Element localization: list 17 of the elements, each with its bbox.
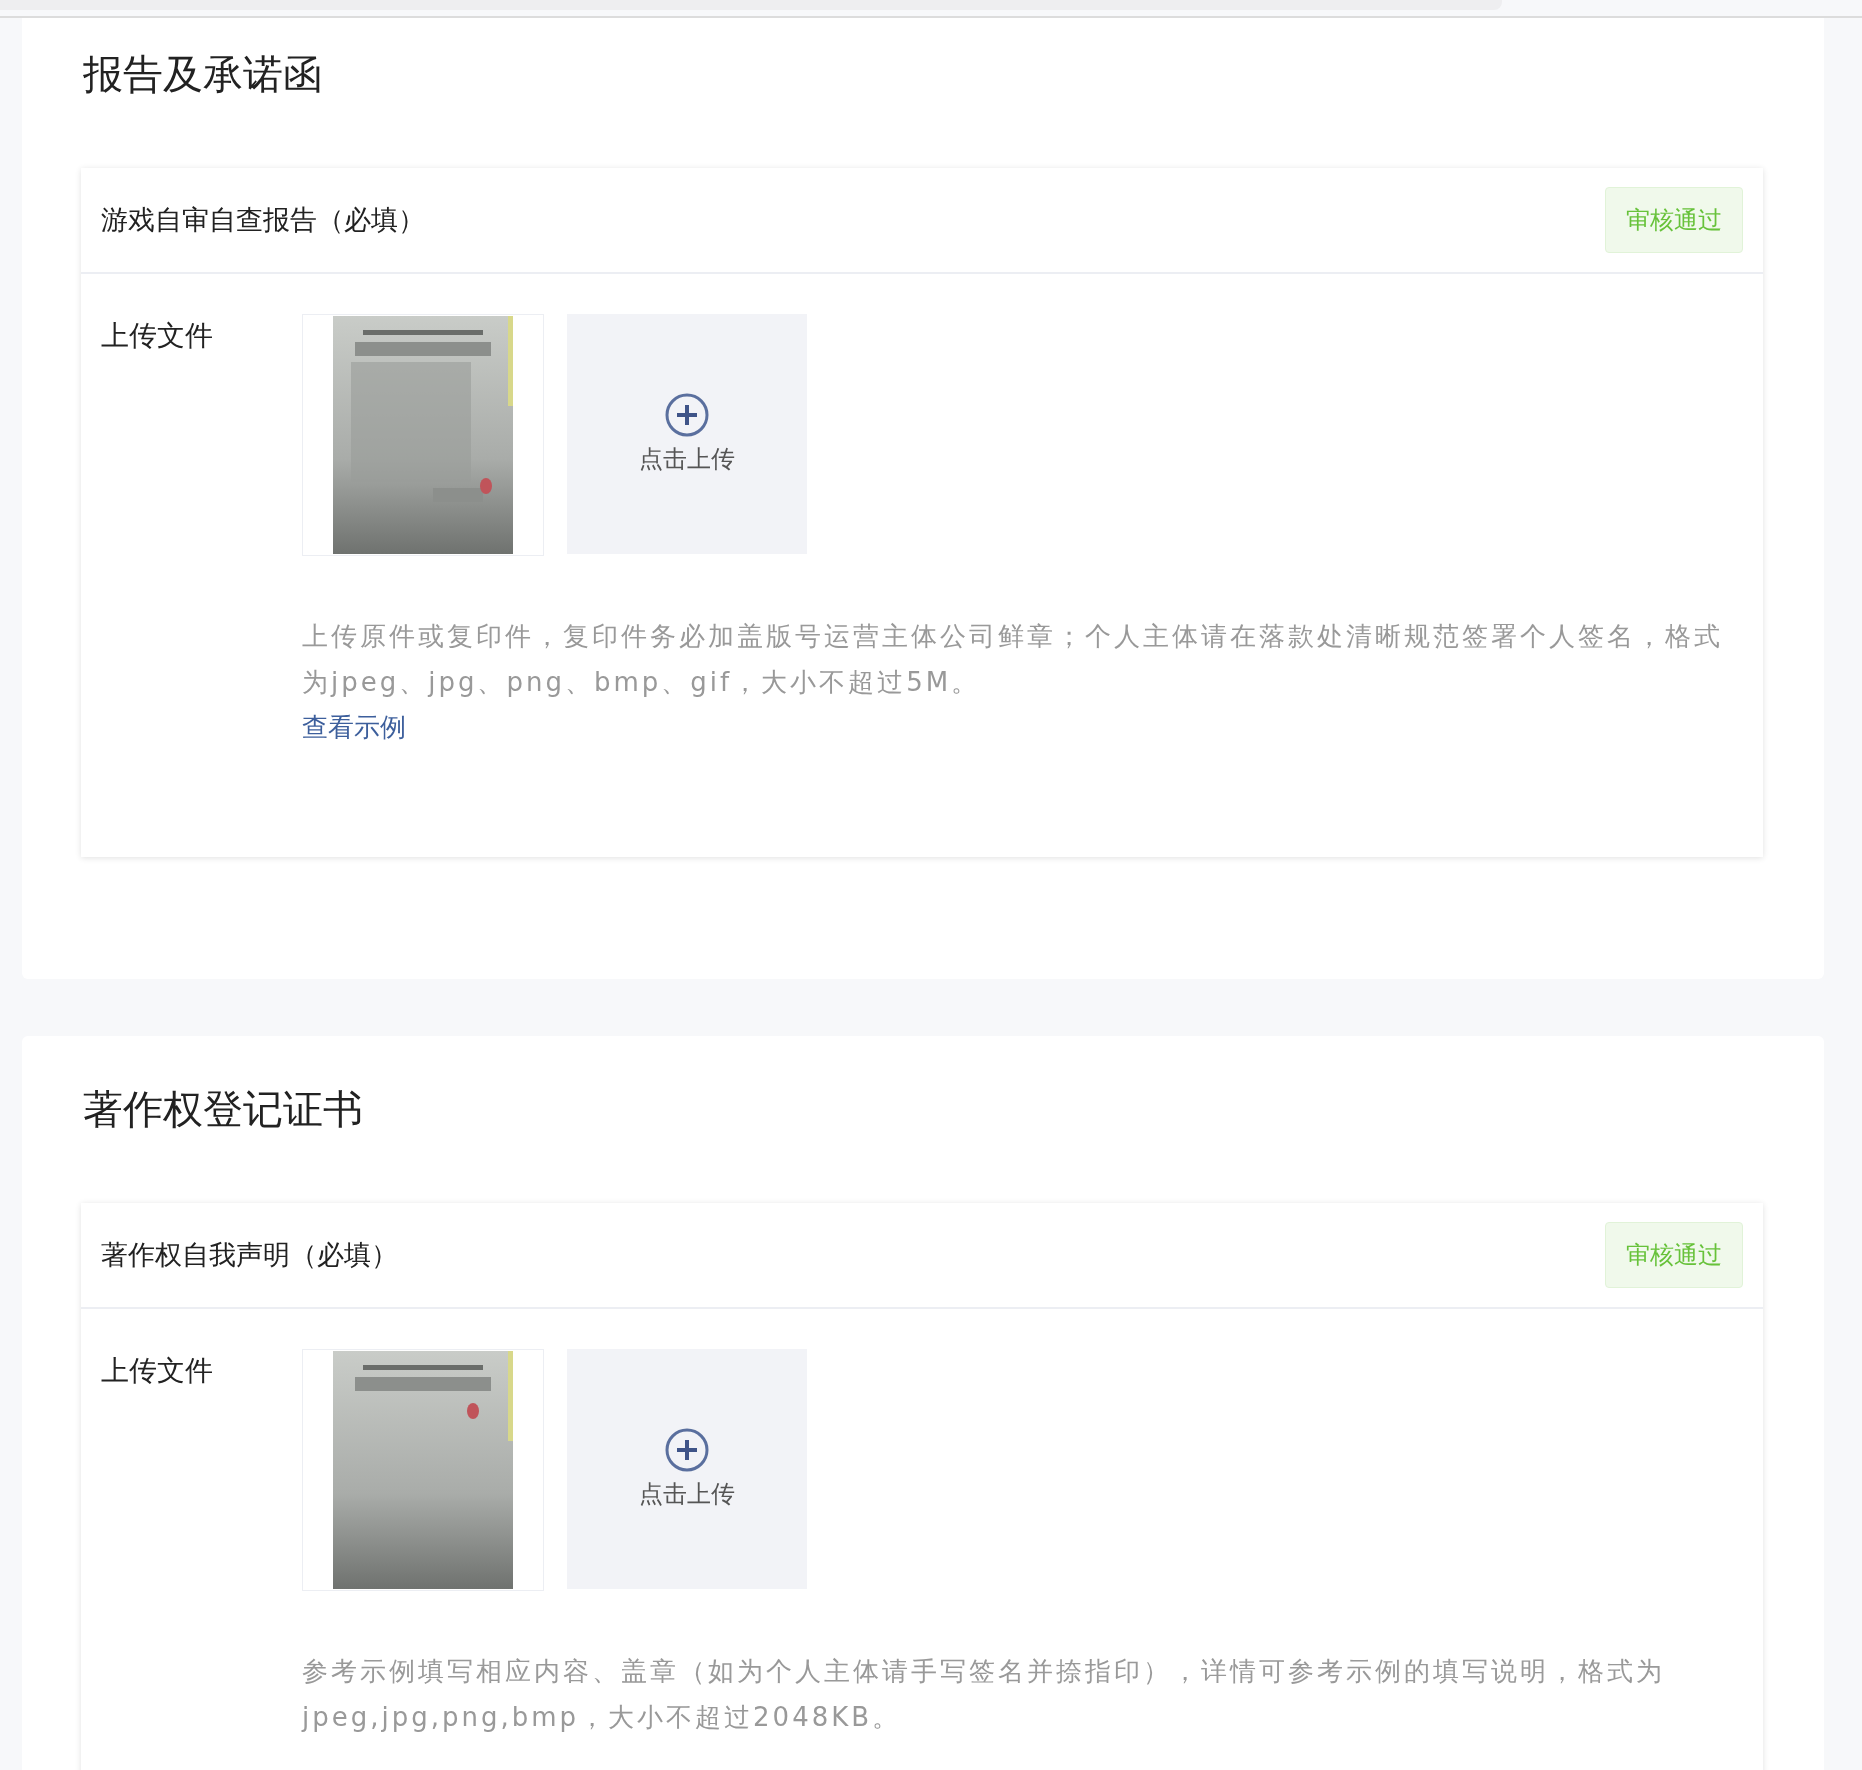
field-label: 上传文件 xyxy=(101,1353,214,1389)
example-link[interactable]: 查看示例 xyxy=(302,705,406,749)
plus-icon xyxy=(665,1428,709,1472)
status-tag: 审核通过 xyxy=(1605,187,1743,253)
help-text: 参考示例填写相应内容、盖章（如为个人主体请手写签名并捺指印），详情可参考示例的填写说明，格式为jpeg,jpg,png,bmp，大小不超过2048KB。 xyxy=(302,1655,1666,1734)
status-tag: 审核通过 xyxy=(1605,1222,1743,1288)
help-text: 上传原件或复印件，复印件务必加盖版号运营主体公司鲜章；个人主体请在落款处清晰规范签署个人签名，格式为jpeg、jpg、png、bmp、gif，大小不超过5M。 xyxy=(302,620,1724,699)
section-title: 报告及承诺函 xyxy=(83,52,324,96)
plus-icon xyxy=(665,393,709,437)
panel-title: 游戏自审自查报告（必填） xyxy=(101,203,425,237)
upload-button[interactable]: 点击上传 xyxy=(567,314,807,554)
field-label: 上传文件 xyxy=(101,318,214,354)
file-thumbnail[interactable] xyxy=(302,1349,544,1591)
upload-button[interactable]: 点击上传 xyxy=(567,1349,807,1589)
section-title: 著作权登记证书 xyxy=(83,1087,364,1131)
panel-title: 著作权自我声明（必填） xyxy=(101,1238,398,1272)
file-thumbnail[interactable] xyxy=(302,314,544,556)
